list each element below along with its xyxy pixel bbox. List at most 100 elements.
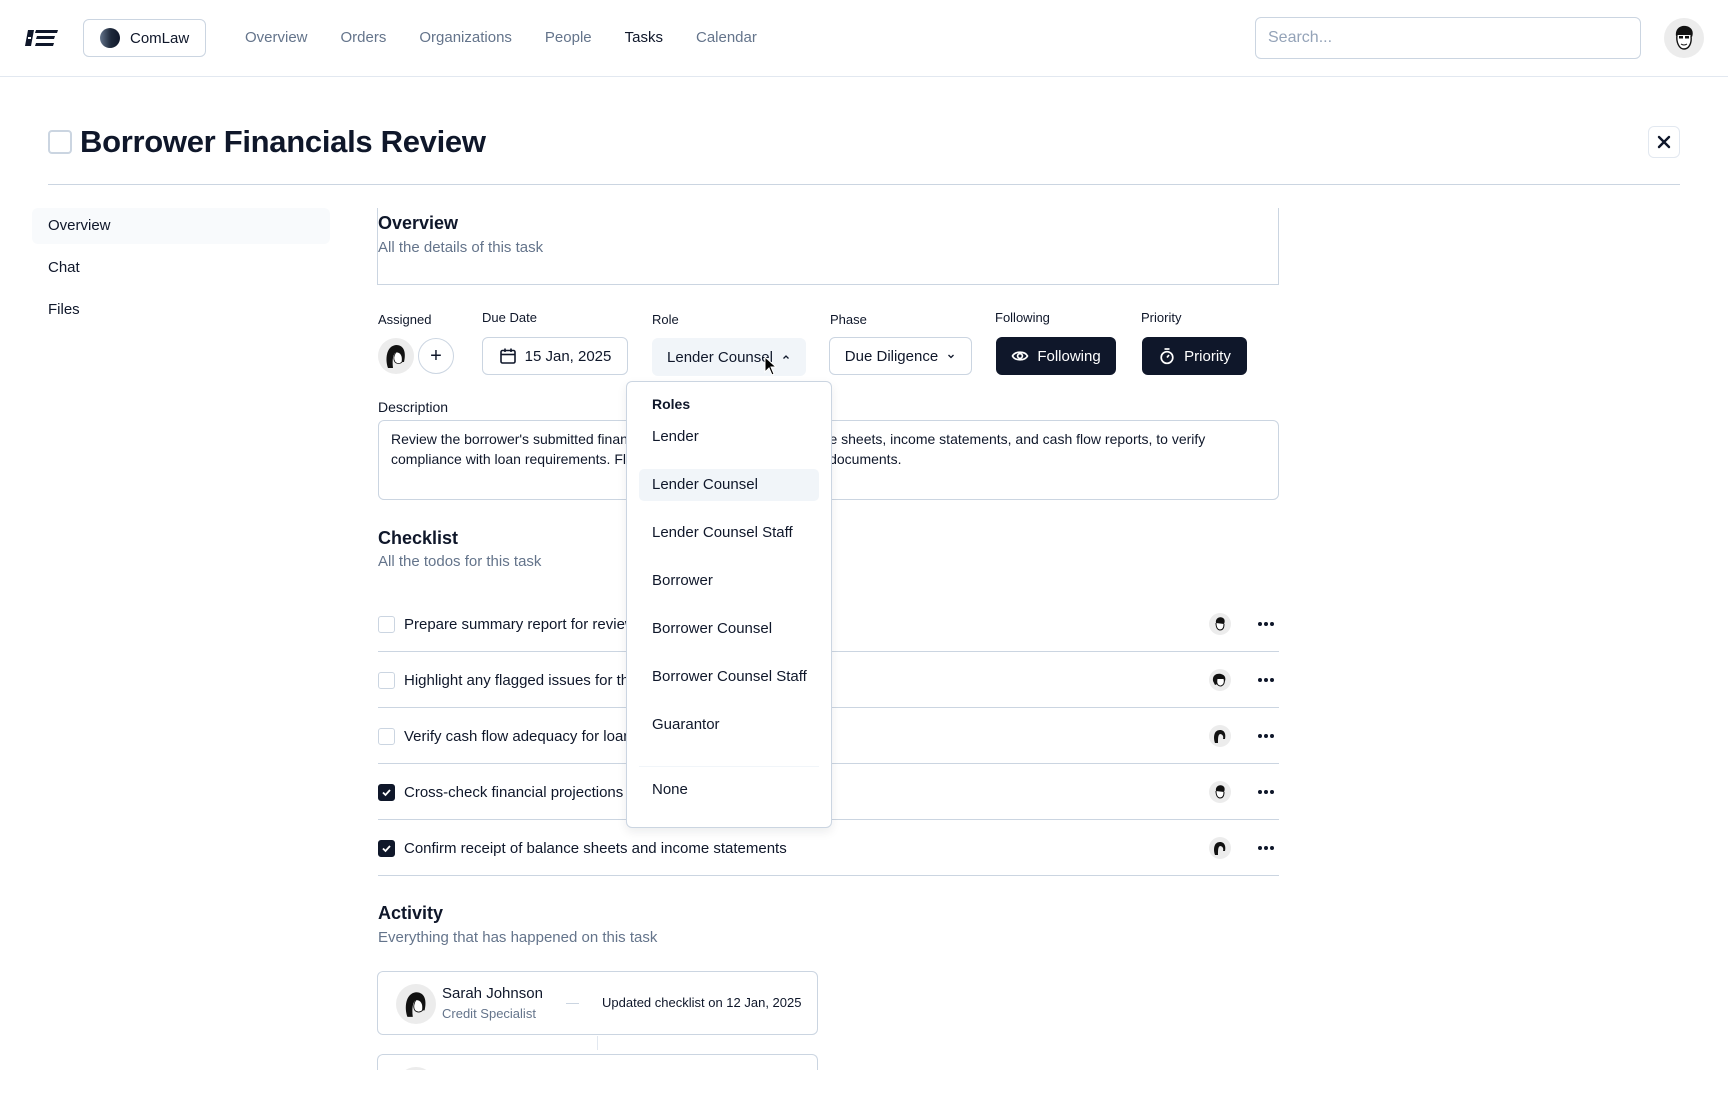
calendar-icon [499, 348, 516, 364]
role-dropdown-divider [639, 766, 819, 767]
checklist-item-text: Confirm receipt of balance sheets and in… [404, 840, 787, 857]
checkmark-icon [382, 845, 391, 853]
role-label: Role [652, 312, 679, 327]
activity-user-name: Sarah Johnson [442, 985, 543, 1002]
chevron-up-icon [782, 355, 789, 359]
organization-logo-icon [100, 28, 120, 48]
role-option-guarantor[interactable]: Guarantor [639, 709, 819, 741]
description-label: Description [378, 399, 449, 415]
following-label: Following [995, 310, 1050, 325]
sidebar-item-overview[interactable]: Overview [32, 208, 330, 244]
checklist-checkbox[interactable] [378, 840, 395, 857]
checklist-item: Confirm receipt of balance sheets and in… [378, 820, 1279, 876]
nav-tasks[interactable]: Tasks [625, 28, 663, 48]
nav-people[interactable]: People [545, 28, 592, 48]
close-icon [1657, 135, 1671, 149]
role-option-borrower-counsel-staff[interactable]: Borrower Counsel Staff [639, 661, 819, 693]
checklist-assignee-avatar[interactable] [1209, 613, 1231, 635]
role-select[interactable]: Lender Counsel [652, 338, 806, 376]
checklist-checkbox[interactable] [378, 728, 395, 745]
organization-name: ComLaw [130, 29, 190, 47]
more-options-button[interactable] [1256, 838, 1276, 858]
assignee-face-icon [1215, 617, 1225, 631]
priority-button[interactable]: Priority [1142, 337, 1247, 375]
organization-switcher[interactable]: ComLaw [83, 19, 206, 57]
nav-calendar[interactable]: Calendar [696, 28, 757, 48]
add-assignee-button[interactable]: + [418, 338, 454, 374]
user-face-icon [405, 992, 426, 1017]
checkmark-icon [382, 789, 391, 797]
activity-description: Updated checklist on 12 Jan, 2025 [602, 995, 802, 1010]
nav-orders[interactable]: Orders [341, 28, 387, 48]
activity-subtitle: Everything that has happened on this tas… [378, 929, 658, 946]
chevron-down-icon [948, 354, 955, 359]
more-options-button[interactable] [1256, 782, 1276, 802]
overview-title: Overview [378, 213, 459, 233]
more-options-button[interactable] [1256, 614, 1276, 634]
priority-label: Priority [1141, 310, 1182, 325]
following-button[interactable]: Following [996, 337, 1116, 375]
role-dropdown-heading: Roles [652, 396, 691, 412]
sidebar-item-chat[interactable]: Chat [32, 250, 330, 286]
checklist-subtitle: All the todos for this task [378, 553, 542, 570]
activity-user-avatar[interactable] [396, 984, 436, 1024]
checklist-checkbox[interactable] [378, 784, 395, 801]
priority-button-label: Priority [1184, 347, 1231, 365]
assignee-face-icon [386, 345, 405, 368]
header-divider [48, 184, 1680, 185]
activity-timeline-connector [597, 1036, 598, 1050]
overview-subtitle: All the details of this task [378, 239, 544, 256]
role-option-borrower[interactable]: Borrower [639, 565, 819, 597]
top-navigation-bar: ComLaw Overview Orders Organizations Peo… [0, 0, 1728, 77]
app-logo-icon[interactable] [24, 26, 60, 50]
role-value: Lender Counsel [667, 348, 773, 366]
checklist-assignee-avatar[interactable] [1209, 725, 1231, 747]
stopwatch-icon [1160, 348, 1174, 365]
phase-label: Phase [830, 312, 867, 327]
more-options-button[interactable] [1256, 670, 1276, 690]
following-button-label: Following [1037, 347, 1101, 365]
phase-select[interactable]: Due Diligence [829, 337, 972, 375]
plus-icon: + [430, 344, 442, 367]
user-avatar[interactable] [1664, 18, 1704, 58]
role-option-none[interactable]: None [639, 774, 819, 806]
checklist-checkbox[interactable] [378, 616, 395, 633]
assignee-face-icon [1212, 673, 1226, 687]
eye-icon [1011, 351, 1029, 361]
assignee-avatar[interactable] [378, 338, 414, 374]
user-face-icon [1675, 25, 1693, 50]
close-button[interactable] [1648, 126, 1680, 158]
sidebar-item-files[interactable]: Files [32, 292, 330, 328]
mouse-cursor-icon [764, 356, 778, 376]
search-input[interactable] [1255, 17, 1641, 59]
assignee-face-icon [1214, 730, 1226, 743]
task-complete-checkbox[interactable] [48, 130, 72, 154]
assigned-label: Assigned [378, 312, 432, 327]
activity-entry: Sarah Johnson Credit Specialist Updated … [377, 971, 818, 1035]
due-date-value: 15 Jan, 2025 [524, 347, 612, 365]
role-option-borrower-counsel[interactable]: Borrower Counsel [639, 613, 819, 645]
main-nav: Overview Orders Organizations People Tas… [245, 28, 790, 48]
phase-value: Due Diligence [844, 347, 939, 365]
checklist-assignee-avatar[interactable] [1209, 837, 1231, 859]
checklist-checkbox[interactable] [378, 672, 395, 689]
role-option-lender-counsel[interactable]: Lender Counsel [639, 469, 819, 501]
nav-organizations[interactable]: Organizations [419, 28, 512, 48]
checklist-title: Checklist [378, 528, 459, 548]
nav-overview[interactable]: Overview [245, 28, 308, 48]
role-dropdown-menu: Roles Lender Lender Counsel Lender Couns… [626, 381, 832, 828]
due-date-label: Due Date [482, 310, 537, 325]
role-option-lender[interactable]: Lender [639, 421, 819, 453]
assignee-face-icon [1214, 842, 1226, 855]
page-bottom [0, 1070, 1728, 1117]
checklist-item-text: Cross-check financial projections [404, 784, 624, 801]
checklist-assignee-avatar[interactable] [1209, 781, 1231, 803]
activity-user-role: Credit Specialist [442, 1006, 536, 1021]
checklist-item-text: Prepare summary report for review [404, 616, 636, 633]
due-date-picker[interactable]: 15 Jan, 2025 [482, 337, 628, 375]
more-options-button[interactable] [1256, 726, 1276, 746]
role-option-lender-counsel-staff[interactable]: Lender Counsel Staff [639, 517, 819, 549]
checklist-assignee-avatar[interactable] [1209, 669, 1231, 691]
activity-title: Activity [378, 903, 444, 923]
assignee-face-icon [1215, 785, 1225, 799]
